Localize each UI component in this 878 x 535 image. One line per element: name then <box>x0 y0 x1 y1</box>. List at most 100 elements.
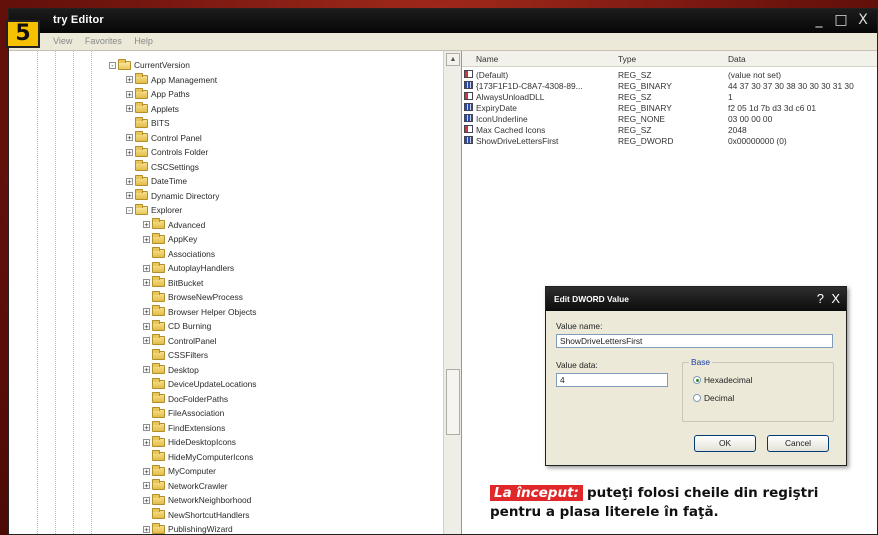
menu-help[interactable]: Help <box>134 36 153 46</box>
tree-node[interactable]: + ControlPanel <box>143 334 216 348</box>
value-row[interactable]: ShowDriveLettersFirst REG_DWORD 0x00000000… <box>462 136 877 147</box>
value-row[interactable]: (Default) REG_SZ (value not set) <box>462 70 877 81</box>
value-type: REG_DWORD <box>618 136 674 146</box>
scroll-up-arrow-icon[interactable]: ▲ <box>446 53 460 66</box>
column-header-name[interactable]: Name <box>476 54 498 64</box>
scrollbar-thumb[interactable] <box>446 369 460 435</box>
expand-icon[interactable]: + <box>143 279 150 287</box>
tree-node[interactable]: + Browser Helper Objects <box>143 305 256 319</box>
expand-icon[interactable]: + <box>143 308 150 316</box>
folder-icon <box>152 392 165 403</box>
expand-icon[interactable]: + <box>126 192 133 200</box>
expand-icon[interactable]: + <box>143 482 150 490</box>
tree-node[interactable]: + Dynamic Directory <box>126 189 219 203</box>
value-name: ExpiryDate <box>476 103 517 113</box>
tree-node[interactable]: + NetworkNeighborhood <box>143 493 251 507</box>
value-data: 2048 <box>728 125 747 135</box>
expand-icon[interactable]: + <box>143 496 150 504</box>
collapse-icon[interactable]: - <box>109 61 116 69</box>
tree-node[interactable]: + App Management <box>126 73 217 87</box>
value-row[interactable]: AlwaysUnloadDLL REG_SZ 1 <box>462 92 877 103</box>
tree-node[interactable]: + NetworkCrawler <box>143 479 228 493</box>
menu-favorites[interactable]: Favorites <box>85 36 122 46</box>
tree-node[interactable]: + Desktop <box>143 363 199 377</box>
expand-icon[interactable]: + <box>126 148 133 156</box>
expand-icon[interactable]: + <box>143 264 150 272</box>
value-row[interactable]: ExpiryDate REG_BINARY f2 05 1d 7b d3 3d c6… <box>462 103 877 114</box>
tree-node-label: PublishingWizard <box>168 524 233 534</box>
tree-node[interactable]: - CurrentVersion <box>109 58 190 72</box>
tree-node[interactable]: + Advanced <box>143 218 205 232</box>
value-type: REG_NONE <box>618 114 666 124</box>
tree-node[interactable]: CSCSettings <box>126 160 199 174</box>
value-row[interactable]: Max Cached Icons REG_SZ 2048 <box>462 125 877 136</box>
ok-button[interactable]: OK <box>694 435 756 452</box>
radio-decimal[interactable]: Decimal <box>693 393 734 403</box>
tree-node[interactable]: BrowseNewProcess <box>143 290 243 304</box>
tree-node[interactable]: + DateTime <box>126 174 187 188</box>
expand-icon[interactable]: + <box>126 90 133 98</box>
close-button[interactable]: X <box>855 11 871 29</box>
tree-node[interactable]: + FindExtensions <box>143 421 225 435</box>
expand-icon[interactable]: + <box>126 134 133 142</box>
tree-node[interactable]: + Applets <box>126 102 179 116</box>
tree-scrollbar[interactable]: ▲ <box>443 51 461 534</box>
tree-node[interactable]: + CD Burning <box>143 319 211 333</box>
menu-view[interactable]: View <box>53 36 72 46</box>
collapse-icon[interactable]: - <box>126 206 133 214</box>
tree-node[interactable]: + AutoplayHandlers <box>143 261 234 275</box>
minimize-button[interactable]: _ <box>811 11 827 29</box>
dialog-title: Edit DWORD Value <box>554 294 629 304</box>
expand-icon[interactable]: + <box>143 235 150 243</box>
tree-node[interactable]: + HideDesktopIcons <box>143 435 236 449</box>
tree-node[interactable]: NewShortcutHandlers <box>143 508 249 522</box>
column-header-type[interactable]: Type <box>618 54 636 64</box>
tree-node[interactable]: CSSFilters <box>143 348 208 362</box>
window-title: try Editor <box>53 14 104 26</box>
expand-icon[interactable]: + <box>143 525 150 533</box>
tree-node[interactable]: BITS <box>126 116 170 130</box>
tree-node-label: BitBucket <box>168 277 204 288</box>
cancel-button[interactable]: Cancel <box>767 435 829 452</box>
maximize-button[interactable]: □ <box>833 11 849 29</box>
column-header-data[interactable]: Data <box>728 54 746 64</box>
expand-icon[interactable]: + <box>143 337 150 345</box>
expand-icon[interactable]: + <box>143 467 150 475</box>
tree-node[interactable]: + PublishingWizard <box>143 522 233 534</box>
value-row[interactable]: IconUnderline REG_NONE 03 00 00 00 <box>462 114 877 125</box>
folder-icon <box>135 145 148 157</box>
expand-icon[interactable]: + <box>143 424 150 432</box>
expand-icon[interactable]: + <box>126 177 133 185</box>
tree-node[interactable]: + Control Panel <box>126 131 202 145</box>
tree-node-label: AutoplayHandlers <box>168 263 235 273</box>
tree-node[interactable]: DeviceUpdateLocations <box>143 377 256 391</box>
tree-node[interactable]: + Controls Folder <box>126 145 208 159</box>
tree-node[interactable]: DocFolderPaths <box>143 392 228 406</box>
tree-node[interactable]: + AppKey <box>143 232 197 246</box>
expand-icon[interactable]: + <box>143 221 150 229</box>
value-data-field[interactable]: 4 <box>556 373 668 387</box>
tree-node[interactable]: HideMyComputerIcons <box>143 450 253 464</box>
tree-node[interactable]: + App Paths <box>126 87 190 101</box>
tree-node[interactable]: + MyComputer <box>143 464 216 478</box>
tree-node[interactable]: + BitBucket <box>143 276 203 290</box>
tree-node[interactable]: - Explorer <box>126 203 182 217</box>
value-name-field[interactable]: ShowDriveLettersFirst <box>556 334 833 348</box>
expand-icon[interactable]: + <box>143 322 150 330</box>
tree-node-label: DocFolderPaths <box>168 393 229 404</box>
window-controls: _ □ X <box>811 11 871 29</box>
expand-icon[interactable]: + <box>126 76 133 84</box>
value-row[interactable]: {173F1F1D-C8A7-4308-89... REG_BINARY 44 37… <box>462 81 877 92</box>
expand-icon[interactable]: + <box>143 366 150 374</box>
tree-node[interactable]: Associations <box>143 247 215 261</box>
help-icon[interactable]: ? <box>817 291 824 306</box>
radio-hexadecimal[interactable]: Hexadecimal <box>693 375 752 385</box>
tree-node[interactable]: FileAssociation <box>143 406 224 420</box>
expand-icon[interactable]: + <box>126 105 133 113</box>
dialog-close-icon[interactable]: X <box>831 291 840 306</box>
folder-icon <box>135 116 148 128</box>
expand-icon[interactable]: + <box>143 438 150 446</box>
base-label: Base <box>689 357 713 367</box>
